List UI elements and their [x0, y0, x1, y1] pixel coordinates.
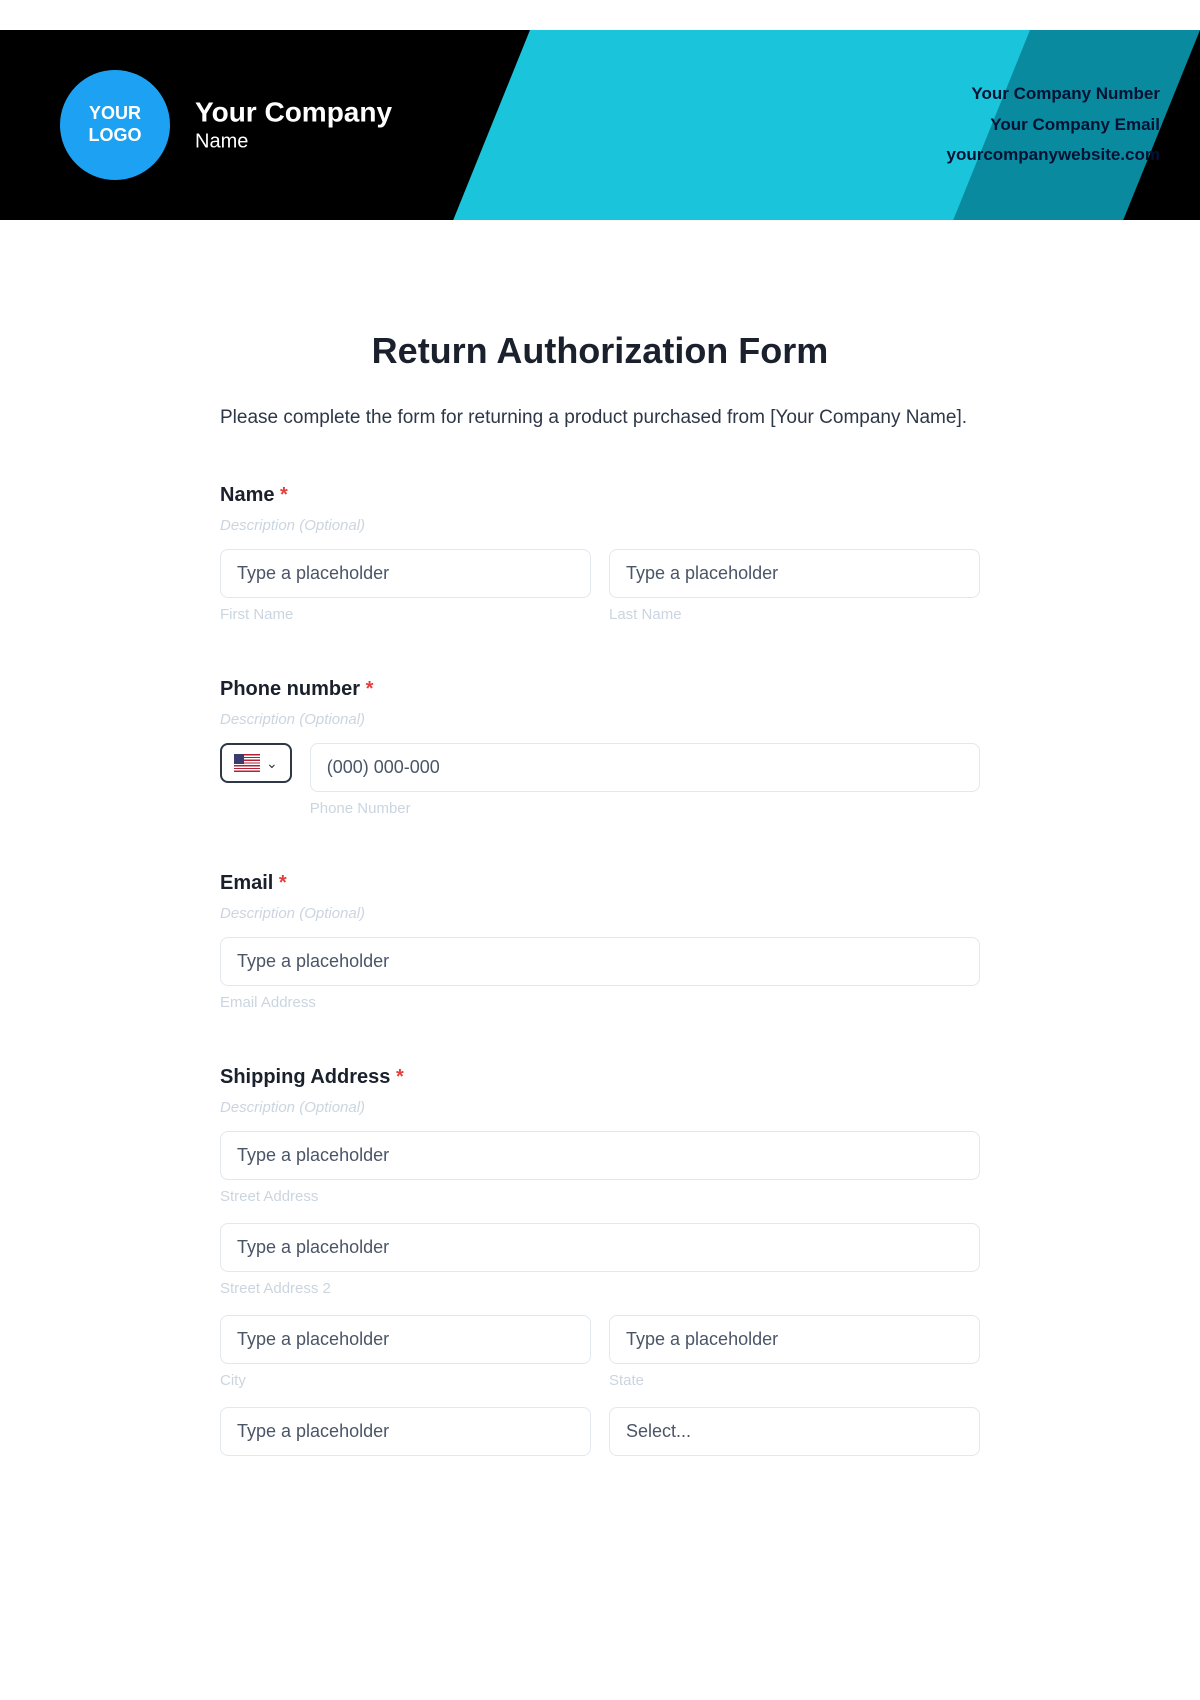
us-flag-icon	[234, 754, 260, 772]
last-name-sublabel: Last Name	[609, 606, 980, 623]
city-sublabel: City	[220, 1372, 591, 1389]
company-name-line1: Your Company	[195, 97, 392, 129]
phone-field-group: Phone number * Description (Optional) ⌄ …	[220, 678, 980, 817]
logo-text-line1: YOUR	[89, 103, 141, 125]
country-code-selector[interactable]: ⌄	[220, 743, 292, 783]
address-hint: Description (Optional)	[220, 1099, 980, 1116]
state-sublabel: State	[609, 1372, 980, 1389]
form-description: Please complete the form for returning a…	[220, 407, 980, 429]
city-input[interactable]	[220, 1315, 591, 1364]
company-name-block: Your Company Name	[195, 97, 392, 154]
address-label: Shipping Address *	[220, 1066, 980, 1089]
phone-sublabel: Phone Number	[310, 800, 980, 817]
first-name-sublabel: First Name	[220, 606, 591, 623]
street2-sublabel: Street Address 2	[220, 1280, 980, 1297]
company-logo: YOUR LOGO	[60, 70, 170, 180]
company-phone: Your Company Number	[946, 79, 1160, 110]
phone-hint: Description (Optional)	[220, 711, 980, 728]
page-header: YOUR LOGO Your Company Name Your Company…	[0, 30, 1200, 220]
name-hint: Description (Optional)	[220, 517, 980, 534]
required-mark: *	[279, 872, 287, 894]
country-select[interactable]	[609, 1407, 980, 1456]
zip-input[interactable]	[220, 1407, 591, 1456]
page-title: Return Authorization Form	[220, 330, 980, 372]
logo-text-line2: LOGO	[89, 125, 142, 147]
company-email: Your Company Email	[946, 110, 1160, 141]
email-input[interactable]	[220, 937, 980, 986]
company-info-block: Your Company Number Your Company Email y…	[946, 79, 1160, 171]
email-label: Email *	[220, 872, 980, 895]
first-name-input[interactable]	[220, 549, 591, 598]
street2-input[interactable]	[220, 1223, 980, 1272]
header-bg-diagonal-2	[453, 30, 1030, 220]
email-sublabel: Email Address	[220, 994, 980, 1011]
address-field-group: Shipping Address * Description (Optional…	[220, 1066, 980, 1456]
name-field-group: Name * Description (Optional) First Name…	[220, 484, 980, 623]
required-mark: *	[396, 1066, 404, 1088]
form-container: Return Authorization Form Please complet…	[180, 220, 1020, 1551]
phone-input[interactable]	[310, 743, 980, 792]
email-field-group: Email * Description (Optional) Email Add…	[220, 872, 980, 1011]
street1-sublabel: Street Address	[220, 1188, 980, 1205]
last-name-input[interactable]	[609, 549, 980, 598]
phone-label: Phone number *	[220, 678, 980, 701]
required-mark: *	[280, 484, 288, 506]
state-input[interactable]	[609, 1315, 980, 1364]
email-hint: Description (Optional)	[220, 905, 980, 922]
company-website: yourcompanywebsite.com	[946, 140, 1160, 171]
chevron-down-icon: ⌄	[266, 755, 278, 772]
street1-input[interactable]	[220, 1131, 980, 1180]
company-name-line2: Name	[195, 131, 392, 154]
required-mark: *	[366, 678, 374, 700]
name-label: Name *	[220, 484, 980, 507]
